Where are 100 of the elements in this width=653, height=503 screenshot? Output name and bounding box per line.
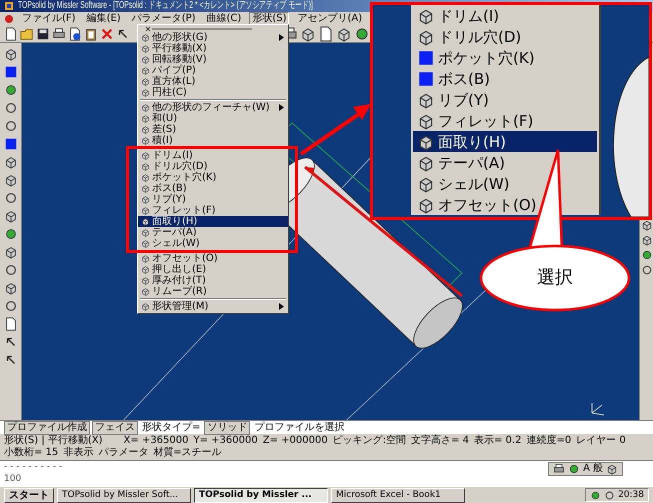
taskbar-button[interactable]: TOPsolid by Missler ... bbox=[194, 488, 328, 502]
menu-item[interactable]: 積(I) bbox=[138, 135, 288, 146]
menu-item[interactable]: ドリム(I) bbox=[138, 150, 288, 161]
tear-off-line[interactable] bbox=[144, 26, 254, 32]
menu-item[interactable]: 編集(E) bbox=[84, 12, 124, 26]
menu-item[interactable]: 形状管理(M) bbox=[138, 301, 288, 312]
cube-icon[interactable] bbox=[640, 234, 652, 246]
cube-icon[interactable] bbox=[141, 114, 150, 123]
circle-icon[interactable] bbox=[604, 490, 616, 500]
taskbar-button[interactable]: Microsoft Excel - Book1 bbox=[331, 488, 465, 502]
circle-icon[interactable] bbox=[4, 101, 18, 115]
toolbar-button[interactable]: 般 bbox=[593, 463, 603, 475]
cube-icon[interactable] bbox=[141, 228, 150, 237]
cube-icon[interactable] bbox=[640, 219, 652, 231]
cube-icon[interactable] bbox=[4, 47, 18, 61]
menu-item[interactable]: アセンブリ(A) bbox=[294, 12, 366, 26]
menu-item[interactable]: リブ(Y) bbox=[138, 194, 288, 205]
menu-item[interactable]: 他の形状(G) bbox=[138, 32, 288, 43]
cube-icon[interactable] bbox=[141, 66, 150, 75]
menu-item[interactable]: 差(S) bbox=[138, 124, 288, 135]
cube-icon[interactable] bbox=[4, 281, 18, 295]
square-icon[interactable] bbox=[417, 48, 435, 66]
menu-item[interactable]: フィレット(F) bbox=[413, 110, 597, 131]
menu-item[interactable]: 円柱(C) bbox=[138, 87, 288, 98]
circle-icon[interactable] bbox=[4, 119, 18, 133]
square-icon[interactable] bbox=[4, 137, 18, 151]
menu-item[interactable]: ドリム(I) bbox=[413, 5, 597, 26]
menu-item[interactable]: 直方体(L) bbox=[138, 76, 288, 87]
info-icon[interactable] bbox=[68, 26, 82, 40]
square-icon[interactable] bbox=[417, 70, 435, 88]
sphere-icon[interactable] bbox=[4, 227, 18, 241]
menu-item[interactable]: 面取り(H) bbox=[138, 216, 288, 227]
menu-item[interactable]: 和(U) bbox=[138, 113, 288, 124]
menu-item[interactable]: 押し出し(E) bbox=[138, 264, 288, 275]
circle-icon[interactable] bbox=[4, 191, 18, 205]
menu-item[interactable]: ファイル(F) bbox=[19, 12, 79, 26]
menu-item[interactable]: ボス(B) bbox=[138, 183, 288, 194]
menu-item[interactable]: テーパ(A) bbox=[138, 227, 288, 238]
toolbar-button[interactable]: A bbox=[583, 463, 590, 475]
menu-item[interactable]: パイプ(P) bbox=[138, 65, 288, 76]
sphere-icon[interactable] bbox=[640, 249, 652, 261]
document-menu-icon[interactable] bbox=[4, 14, 14, 24]
cube-icon[interactable] bbox=[141, 265, 150, 274]
printer-icon[interactable] bbox=[553, 463, 566, 475]
clipboard-icon[interactable] bbox=[84, 26, 98, 40]
menu-item[interactable]: ドリル穴(D) bbox=[413, 26, 597, 47]
cube-icon[interactable] bbox=[606, 463, 618, 475]
sphere-icon[interactable] bbox=[354, 26, 370, 42]
square-icon[interactable] bbox=[4, 65, 18, 79]
option-button[interactable]: ソリッド bbox=[204, 420, 250, 434]
menu-item[interactable]: 厚み付け(T) bbox=[138, 275, 288, 286]
cube-icon[interactable] bbox=[141, 206, 150, 215]
cube-icon[interactable] bbox=[141, 162, 150, 171]
printer-icon[interactable] bbox=[52, 26, 66, 40]
cube-icon[interactable] bbox=[141, 88, 150, 97]
menu-item[interactable]: シェル(W) bbox=[138, 238, 288, 249]
circle-icon[interactable] bbox=[640, 264, 652, 276]
menu-item[interactable]: 回転移動(V) bbox=[138, 54, 288, 65]
circle-icon[interactable] bbox=[4, 263, 18, 277]
menu-item[interactable]: 曲線(C) bbox=[204, 12, 244, 26]
cube-icon[interactable] bbox=[141, 44, 150, 53]
sphere-icon[interactable] bbox=[4, 83, 18, 97]
menu-item[interactable]: 面取り(H) bbox=[413, 131, 597, 152]
menu-item[interactable]: オフセット(O) bbox=[138, 253, 288, 264]
menu-item[interactable]: ポケット穴(K) bbox=[413, 47, 597, 68]
cube-icon[interactable] bbox=[300, 26, 316, 42]
taskbar-button[interactable]: TOPsolid by Missler Soft... bbox=[57, 488, 191, 502]
menu-item[interactable]: 平行移動(X) bbox=[138, 43, 288, 54]
cube-icon[interactable] bbox=[141, 151, 150, 160]
cube-icon[interactable] bbox=[4, 245, 18, 259]
cube-icon[interactable] bbox=[4, 173, 18, 187]
sphere-icon[interactable] bbox=[590, 490, 602, 500]
menu-item[interactable]: リムーブ(R) bbox=[138, 286, 288, 297]
cube-icon[interactable] bbox=[141, 125, 150, 134]
cube-icon[interactable] bbox=[141, 103, 150, 112]
option-button[interactable]: プロファイル作成 bbox=[4, 420, 90, 434]
menu-item[interactable]: パラメータ(P) bbox=[128, 12, 199, 26]
cube-icon[interactable] bbox=[141, 217, 150, 226]
cube-icon[interactable] bbox=[141, 173, 150, 182]
sphere-icon[interactable] bbox=[568, 463, 580, 475]
cube-icon[interactable] bbox=[336, 26, 352, 42]
cube-icon[interactable] bbox=[141, 136, 150, 145]
document-icon[interactable] bbox=[4, 317, 18, 331]
cube-icon[interactable] bbox=[141, 184, 150, 193]
cube-icon[interactable] bbox=[141, 276, 150, 285]
cube-icon[interactable] bbox=[4, 155, 18, 169]
menu-item[interactable]: ボス(B) bbox=[413, 68, 597, 89]
cube-icon[interactable] bbox=[141, 302, 150, 311]
menu-item[interactable]: リブ(Y) bbox=[413, 89, 597, 110]
circle-icon[interactable] bbox=[4, 299, 18, 313]
menu-item[interactable]: ポケット穴(K) bbox=[138, 172, 288, 183]
cube-icon[interactable] bbox=[141, 195, 150, 204]
start-button[interactable]: スタート bbox=[4, 488, 54, 502]
cube-icon[interactable] bbox=[4, 209, 18, 223]
cube-icon[interactable] bbox=[141, 55, 150, 64]
save-icon[interactable] bbox=[36, 26, 50, 40]
menu-item[interactable]: 他の形状のフィーチャ(W) bbox=[138, 102, 288, 113]
cube-icon[interactable] bbox=[141, 287, 150, 296]
cube-icon[interactable] bbox=[141, 33, 150, 42]
menu-item[interactable]: ドリル穴(D) bbox=[138, 161, 288, 172]
